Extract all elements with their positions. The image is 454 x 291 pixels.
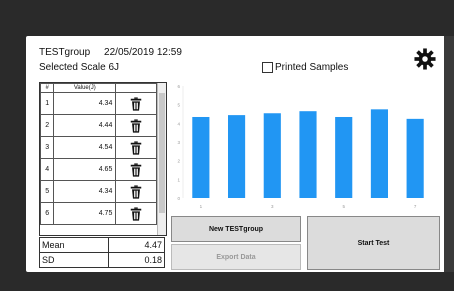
table-row: 6 4.75 — [40, 202, 157, 225]
y-tick-label: 0 — [177, 196, 180, 201]
y-tick-label: 5 — [177, 103, 180, 108]
delete-cell — [115, 202, 157, 225]
table-row: 1 4.34 — [40, 92, 157, 115]
column-header-value: Value(J) — [53, 83, 117, 93]
column-header-delete — [115, 83, 157, 93]
scale-header: Selected Scale 6J — [39, 62, 119, 73]
y-tick-label: 1 — [177, 177, 180, 182]
results-table: # Value(J) 1 4.34 2 4.44 3 4.54 4 4.65 5 4.34 6 4.7… — [39, 82, 167, 236]
row-index: 6 — [40, 202, 55, 225]
chart-bar — [335, 116, 353, 198]
scale-value: 6J — [108, 62, 120, 73]
start-test-button[interactable]: Start Test — [307, 216, 440, 270]
row-value: 4.44 — [53, 114, 117, 137]
row-index: 5 — [40, 180, 55, 203]
delete-cell — [115, 92, 157, 115]
row-value: 4.34 — [53, 92, 117, 115]
table-scrollbar-thumb[interactable] — [159, 93, 165, 213]
printed-samples-checkbox[interactable] — [262, 62, 273, 73]
row-index: 2 — [40, 114, 55, 137]
x-tick-label: 5 — [342, 204, 345, 209]
y-tick-label: 6 — [177, 84, 180, 89]
table-row: 5 4.34 — [40, 180, 157, 203]
y-tick-label: 3 — [177, 140, 180, 145]
row-index: 1 — [40, 92, 55, 115]
y-tick-label: 4 — [177, 121, 180, 126]
gear-icon[interactable] — [414, 48, 436, 70]
group-name: TESTgroup — [39, 47, 91, 58]
trash-icon[interactable] — [129, 206, 143, 221]
chart-bar — [299, 111, 317, 198]
chart-bar — [263, 113, 281, 198]
row-value: 4.75 — [53, 202, 117, 225]
stats-table: Mean 4.47 SD 0.18 — [39, 237, 166, 268]
row-value: 4.65 — [53, 158, 117, 181]
sd-label: SD — [39, 252, 109, 268]
device-bezel — [444, 36, 454, 272]
row-index: 4 — [40, 158, 55, 181]
export-data-button[interactable]: Export Data — [171, 244, 301, 270]
table-row: 3 4.54 — [40, 136, 157, 159]
trash-icon[interactable] — [129, 96, 143, 111]
delete-cell — [115, 180, 157, 203]
new-group-button[interactable]: New TESTgroup — [171, 216, 301, 242]
row-index: 3 — [40, 136, 55, 159]
trash-icon[interactable] — [129, 140, 143, 155]
chart-bar — [370, 109, 388, 198]
chart-bar — [192, 116, 210, 198]
mean-value: 4.47 — [107, 237, 166, 253]
chart-bar — [406, 118, 424, 198]
group-header: TESTgroup 22/05/2019 12:59 — [39, 47, 182, 58]
results-bar-chart: 0 1 2 3 4 5 6 1 3 5 7 — [177, 84, 424, 209]
y-tick-label: 2 — [177, 159, 180, 164]
main-panel: TESTgroup 22/05/2019 12:59 Selected Scal… — [26, 36, 452, 272]
row-value: 4.34 — [53, 180, 117, 203]
row-value: 4.54 — [53, 136, 117, 159]
trash-icon[interactable] — [129, 118, 143, 133]
mean-label: Mean — [39, 237, 109, 253]
delete-cell — [115, 136, 157, 159]
printed-samples-label: Printed Samples — [275, 62, 349, 73]
table-row: 2 4.44 — [40, 114, 157, 137]
trash-icon[interactable] — [129, 184, 143, 199]
trash-icon[interactable] — [129, 162, 143, 177]
x-tick-label: 1 — [200, 204, 203, 209]
delete-cell — [115, 158, 157, 181]
test-datetime: 22/05/2019 12:59 — [104, 47, 182, 58]
delete-cell — [115, 114, 157, 137]
chart-bar — [228, 115, 246, 198]
sd-value: 0.18 — [107, 252, 166, 268]
scale-label: Selected Scale — [39, 62, 106, 73]
printed-samples-toggle[interactable]: Printed Samples — [262, 62, 348, 73]
x-tick-label: 3 — [271, 204, 274, 209]
column-header-index: # — [40, 83, 55, 93]
table-row: 4 4.65 — [40, 158, 157, 181]
x-tick-label: 7 — [414, 204, 417, 209]
table-scrollbar[interactable] — [157, 83, 166, 235]
